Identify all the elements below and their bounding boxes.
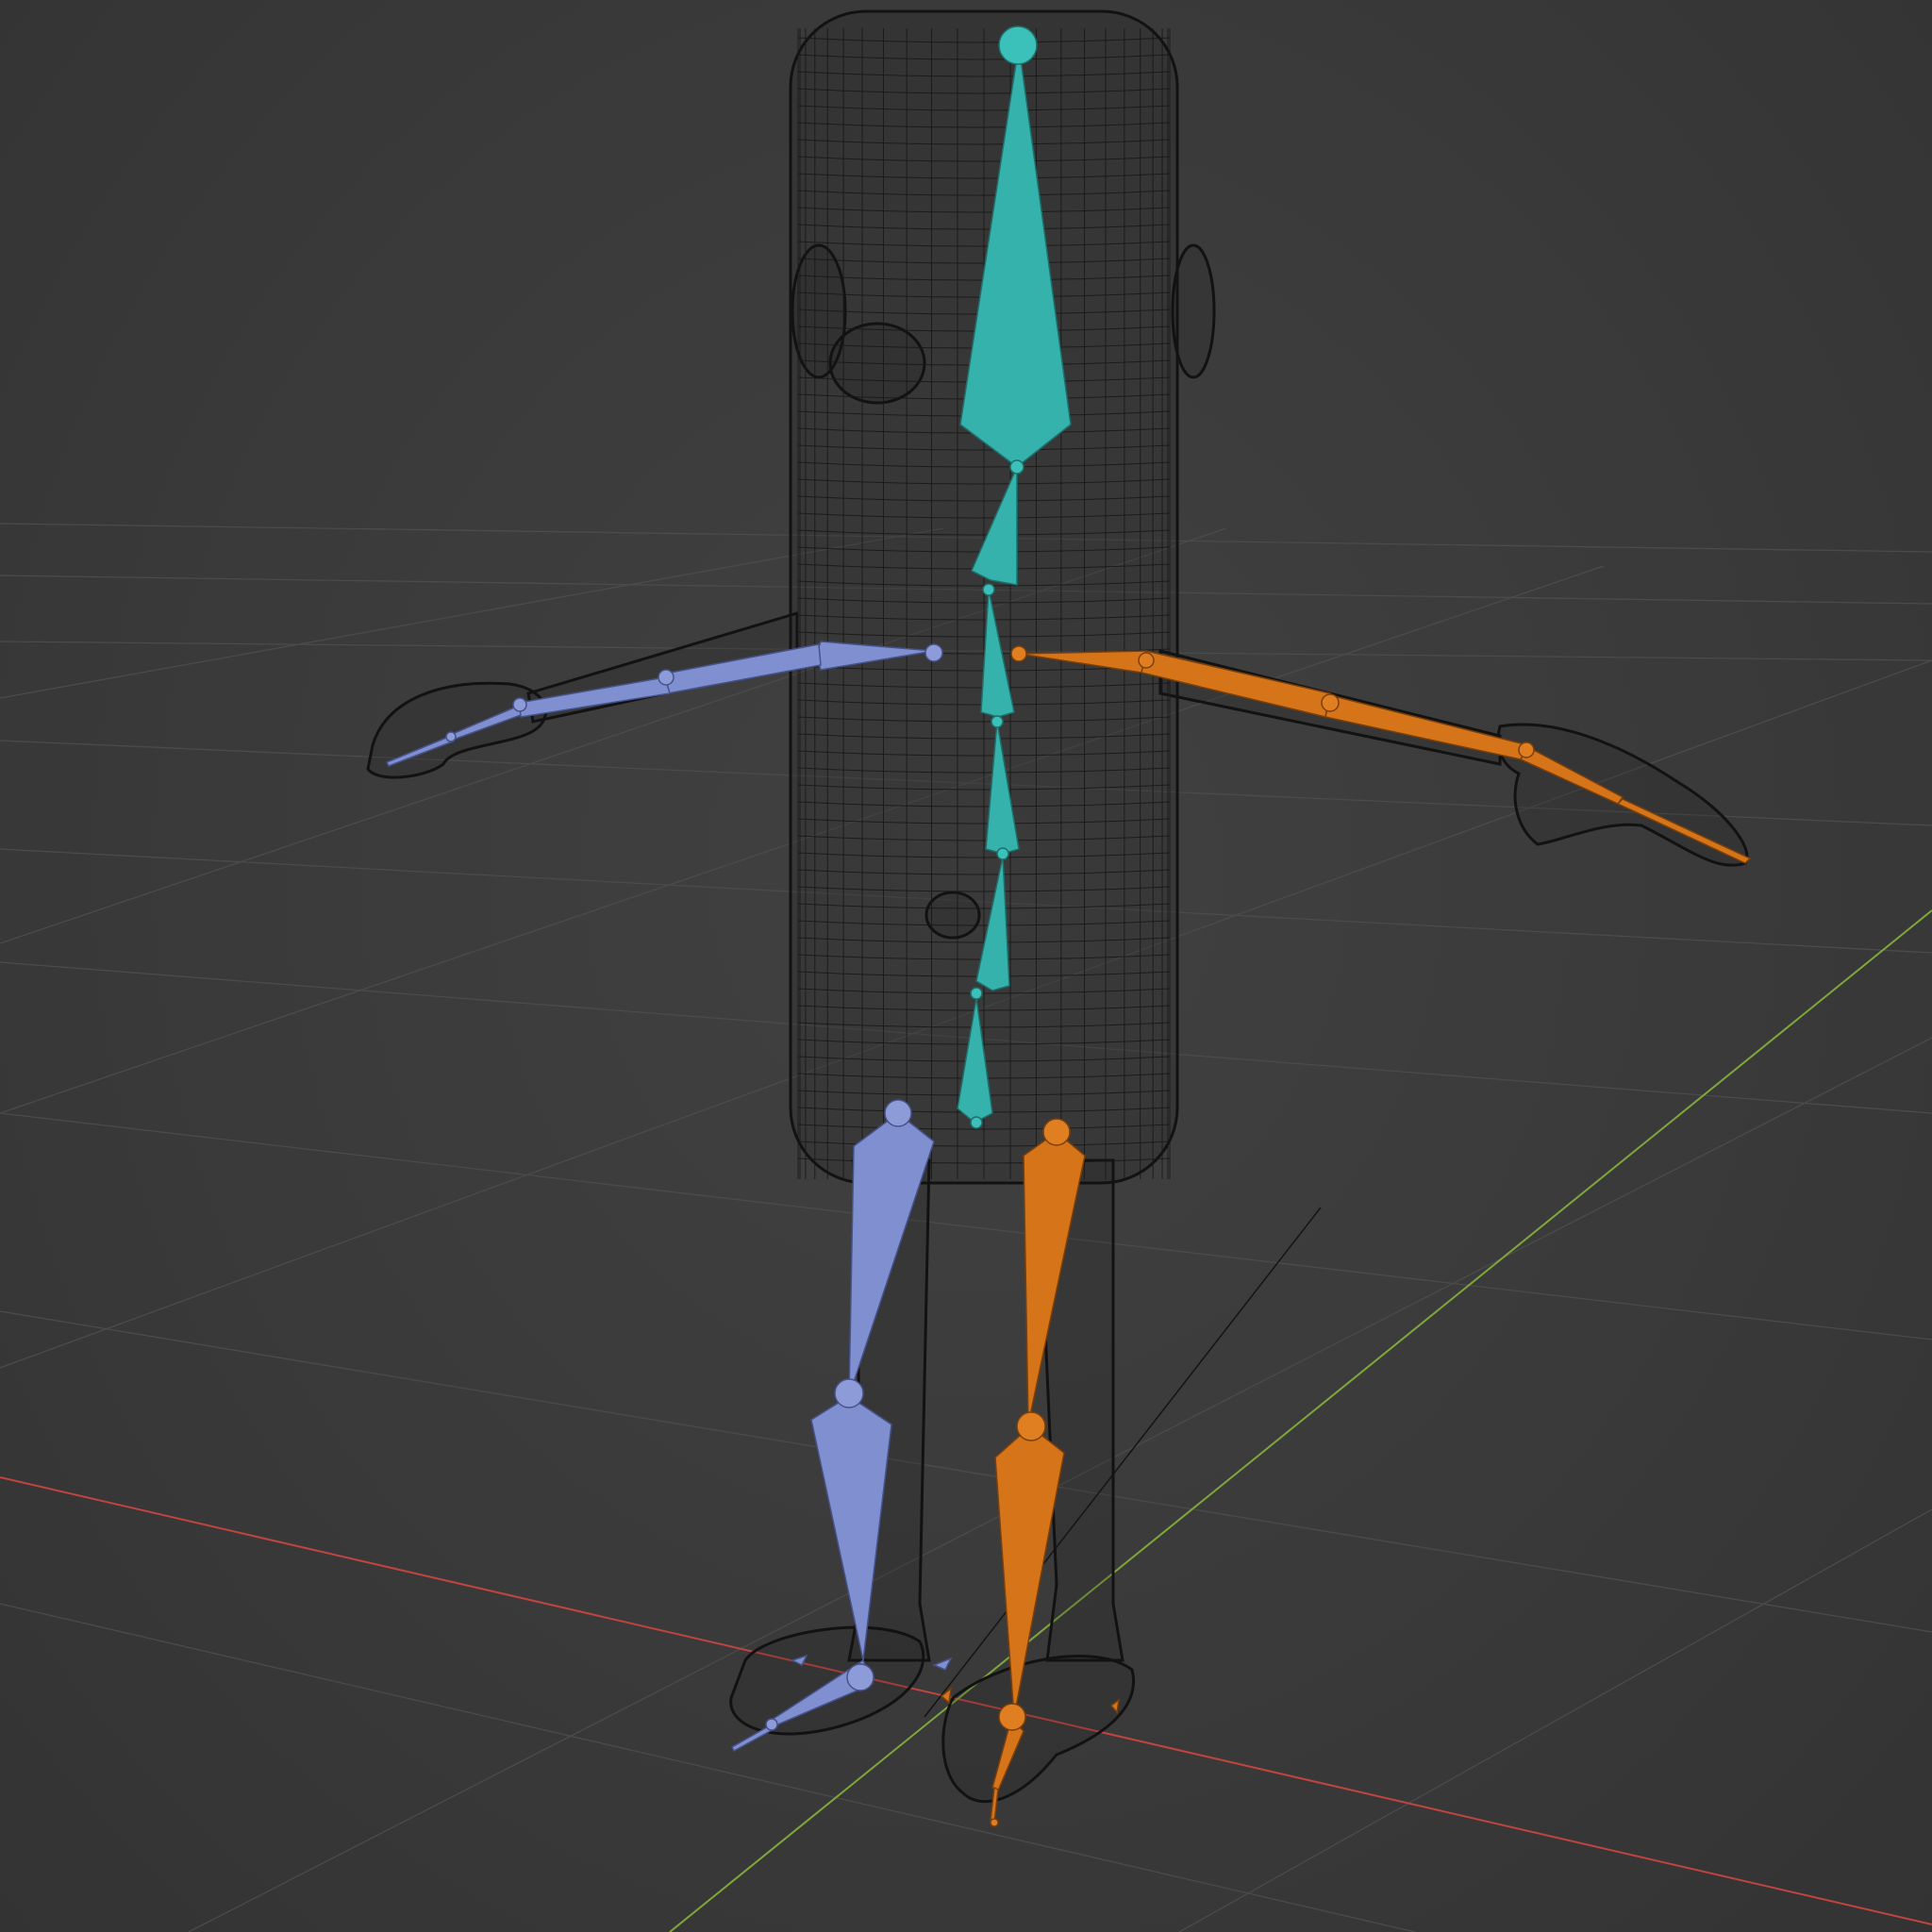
left-hip-joint[interactable] xyxy=(884,1099,912,1127)
right-ik-helper-bone[interactable] xyxy=(940,1687,952,1705)
hips-joint[interactable] xyxy=(970,987,983,1000)
right-shoulder-joint[interactable] xyxy=(1010,645,1027,662)
neck-joint[interactable] xyxy=(1009,459,1024,475)
3d-viewport[interactable] xyxy=(0,0,1932,1932)
navel-mesh[interactable] xyxy=(924,891,981,940)
left-knuckle-joint[interactable] xyxy=(445,731,457,742)
object-origin-line xyxy=(924,1207,1322,1718)
character-mesh[interactable] xyxy=(366,9,1749,1804)
left-foot-mesh[interactable] xyxy=(729,1625,925,1736)
left-toe-joint[interactable] xyxy=(765,1718,778,1731)
right-elbow-joint[interactable] xyxy=(1321,693,1340,712)
scene-canvas[interactable] xyxy=(0,0,1932,1932)
right-foot-mesh[interactable] xyxy=(941,1655,1135,1804)
right-toe-joint[interactable] xyxy=(990,1818,999,1827)
left-elbow-joint[interactable] xyxy=(658,669,675,686)
right-ear-mesh[interactable] xyxy=(1171,243,1216,379)
root-joint[interactable] xyxy=(970,1116,983,1129)
spine-upper-joint[interactable] xyxy=(982,583,995,596)
left-knee-joint[interactable] xyxy=(834,1378,864,1408)
right-hip-joint[interactable] xyxy=(1042,1118,1071,1146)
right-ankle-joint[interactable] xyxy=(998,1703,1026,1731)
head-tail-joint[interactable] xyxy=(998,25,1038,65)
spine-lower-joint[interactable] xyxy=(996,847,1009,860)
right-clavicle-joint[interactable] xyxy=(1138,652,1155,669)
left-wrist-joint[interactable] xyxy=(512,697,527,712)
spine-mid-joint[interactable] xyxy=(991,715,1004,728)
left-ik-helper-bone[interactable] xyxy=(931,1657,953,1671)
left-shoulder-joint[interactable] xyxy=(924,643,943,662)
right-knee-joint[interactable] xyxy=(1016,1411,1046,1441)
left-ankle-joint[interactable] xyxy=(846,1663,874,1691)
right-wrist-joint[interactable] xyxy=(1518,741,1535,758)
